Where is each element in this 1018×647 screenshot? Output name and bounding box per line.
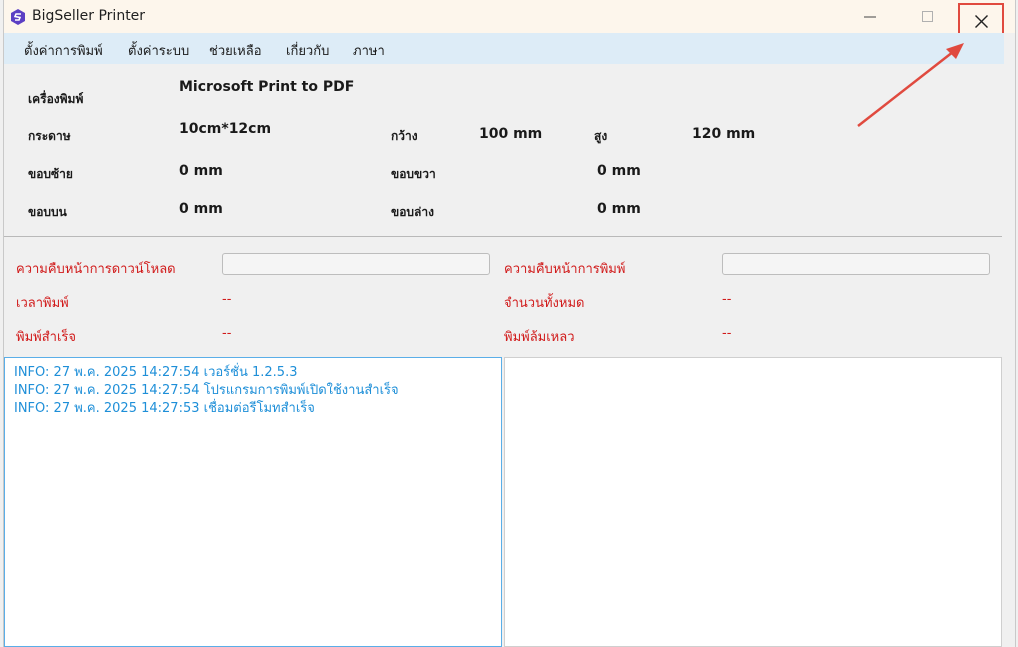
menu-system-settings[interactable]: ตั้งค่าระบบ: [128, 40, 189, 61]
printer-label: เครื่องพิมพ์: [28, 92, 84, 106]
bottom-margin-label: ขอบล่าง: [391, 205, 434, 219]
minimize-button[interactable]: [841, 0, 899, 33]
total-value: --: [722, 292, 732, 307]
detail-panel[interactable]: [504, 357, 1002, 647]
total-label: จำนวนทั้งหมด: [504, 296, 585, 311]
print-time-label: เวลาพิมพ์: [16, 296, 69, 311]
left-margin-value: 0 mm: [179, 163, 223, 179]
maximize-icon: [921, 11, 933, 22]
width-label: กว้าง: [391, 129, 418, 143]
right-margin-value: 0 mm: [597, 163, 641, 179]
top-margin-value: 0 mm: [179, 201, 223, 217]
success-label: พิมพ์สำเร็จ: [16, 330, 76, 345]
paper-value: 10cm*12cm: [179, 121, 272, 137]
maximize-button[interactable]: [898, 0, 956, 33]
top-margin-label: ขอบบน: [28, 205, 67, 219]
bottom-margin-value: 0 mm: [597, 201, 641, 217]
width-value: 100 mm: [479, 126, 543, 142]
window-title: BigSeller Printer: [32, 8, 146, 24]
printer-value: Microsoft Print to PDF: [179, 79, 355, 95]
failed-label: พิมพ์ล้มเหลว: [504, 330, 575, 345]
close-icon: [974, 14, 988, 28]
menu-about[interactable]: เกี่ยวกับ: [286, 40, 329, 61]
download-progress-bar: [222, 253, 490, 275]
menu-help[interactable]: ช่วยเหลือ: [209, 40, 262, 61]
log-panel[interactable]: INFO: 27 พ.ค. 2025 14:27:54 เวอร์ชั่น 1.…: [4, 357, 502, 647]
log-line: INFO: 27 พ.ค. 2025 14:27:54 เวอร์ชั่น 1.…: [14, 365, 298, 380]
right-margin-label: ขอบขวา: [391, 167, 436, 181]
log-line: INFO: 27 พ.ค. 2025 14:27:53 เชื่อมต่อรีโ…: [14, 401, 315, 416]
print-time-value: --: [222, 292, 232, 307]
left-margin-label: ขอบซ้าย: [28, 167, 73, 181]
download-progress-label: ความคืบหน้าการดาวน์โหลด: [16, 262, 176, 277]
paper-label: กระดาษ: [28, 129, 71, 143]
title-bar: BigSeller Printer: [4, 0, 1015, 39]
bigseller-logo-icon: [11, 9, 25, 25]
menu-print-settings[interactable]: ตั้งค่าการพิมพ์: [24, 40, 103, 61]
success-value: --: [222, 326, 232, 341]
log-list: INFO: 27 พ.ค. 2025 14:27:54 เวอร์ชั่น 1.…: [5, 358, 501, 418]
height-label: สูง: [594, 129, 608, 143]
height-value: 120 mm: [692, 126, 756, 142]
minimize-icon: [864, 16, 876, 17]
annotation-arrow-icon: [857, 43, 964, 127]
print-progress-label: ความคืบหน้าการพิมพ์: [504, 262, 626, 277]
log-line: INFO: 27 พ.ค. 2025 14:27:54 โปรแกรมการพิ…: [14, 383, 399, 398]
section-divider: [4, 236, 1002, 237]
failed-value: --: [722, 326, 732, 341]
print-progress-bar: [722, 253, 990, 275]
menu-language[interactable]: ภาษา: [353, 40, 385, 61]
